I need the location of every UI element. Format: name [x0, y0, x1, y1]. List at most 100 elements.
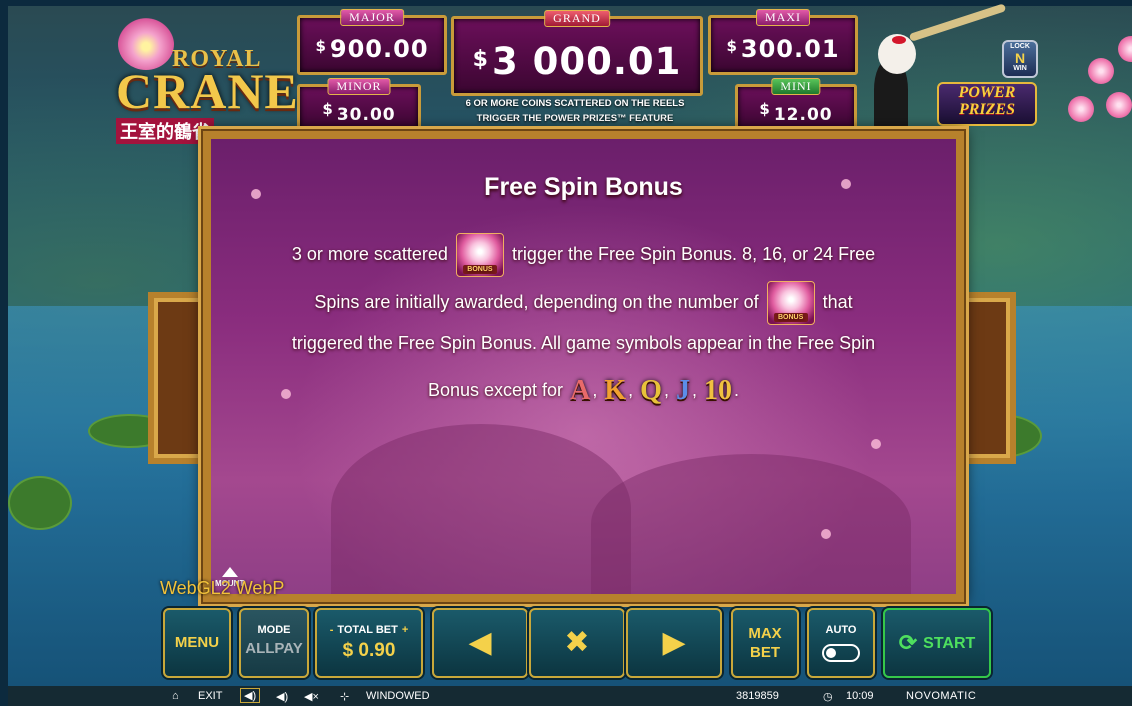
- game-logo: ROYAL CRANE 王室的鶴雀: [110, 14, 298, 144]
- bet-increase-button[interactable]: +: [402, 624, 408, 636]
- jackpot-maxi-label: MAXI: [756, 9, 810, 26]
- jackpot-minor-label: MINOR: [327, 78, 391, 95]
- toggle-switch-icon: [822, 644, 860, 662]
- jackpot-maxi: MAXI $300.01: [708, 9, 858, 75]
- power-prizes-line-1: POWER: [958, 84, 1016, 101]
- total-bet-control[interactable]: - TOTAL BET + $ 0.90: [315, 608, 423, 678]
- paytable-line-3: triggered the Free Spin Bonus. All game …: [291, 333, 876, 353]
- currency-symbol: $: [472, 47, 489, 72]
- jackpot-major-value: 900.00: [329, 35, 429, 63]
- clock-time: 10:09: [846, 690, 874, 702]
- game-id: 3819859: [736, 690, 779, 702]
- separator: ,: [691, 379, 697, 400]
- bonus-symbol-label: BONUS: [773, 313, 808, 322]
- renderer-overlay: WebGL2 WebP: [160, 578, 285, 598]
- bonus-symbol-label: BONUS: [462, 265, 497, 274]
- currency-symbol: $: [726, 37, 738, 55]
- trigger-line-1: 6 OR MORE COINS SCATTERED ON THE REELS: [465, 98, 685, 109]
- max-bet-line-1: MAX: [748, 625, 782, 642]
- separator: ,: [663, 379, 669, 400]
- paytable-line-2: Spins are initially awarded, depending o…: [211, 281, 956, 325]
- windowed-button[interactable]: WINDOWED: [366, 690, 430, 702]
- power-prizes-logo: POWER PRIZES: [937, 82, 1037, 126]
- menu-label: MENU: [174, 634, 220, 651]
- lock-badge-mid: N: [1014, 50, 1026, 66]
- windowed-icon[interactable]: ⊹: [340, 690, 349, 703]
- jackpot-mini-value: 12.00: [773, 105, 833, 125]
- jackpot-grand: GRAND $3 000.01: [451, 10, 703, 96]
- auto-play-toggle[interactable]: AUTO: [807, 608, 875, 678]
- blossom: [1068, 96, 1094, 122]
- separator: ,: [592, 379, 598, 400]
- lily-pad: [8, 476, 72, 530]
- petal: [871, 439, 881, 449]
- max-bet-button[interactable]: MAX BET: [731, 608, 799, 678]
- mode-value: ALLPAY: [245, 640, 303, 657]
- close-paytable-button[interactable]: ✖: [529, 608, 625, 678]
- arrow-right-icon: ▶: [662, 626, 686, 659]
- total-bet-value: $ 0.90: [342, 640, 396, 661]
- jackpot-mini-label: MINI: [771, 78, 821, 95]
- symbol-10-icon: 10: [704, 375, 732, 406]
- arrow-left-icon: ◀: [468, 626, 492, 659]
- line1-before: 3 or more scattered: [291, 243, 448, 264]
- line4-before: Bonus except for: [427, 379, 564, 400]
- paytable-panel: Free Spin Bonus 3 or more scattered BONUS…: [203, 131, 964, 602]
- bonus-lotus-icon: BONUS: [766, 281, 815, 325]
- currency-symbol: $: [322, 100, 334, 118]
- power-prizes-line-2: PRIZES: [958, 101, 1015, 118]
- bonus-lotus-icon: BONUS: [455, 233, 504, 277]
- jackpot-minor: MINOR $30.00: [297, 78, 421, 132]
- line2-before: Spins are initially awarded, depending o…: [314, 291, 759, 312]
- symbol-a-icon: A: [570, 375, 591, 406]
- logo-crane: CRANE: [116, 63, 299, 119]
- exit-button[interactable]: EXIT: [198, 690, 222, 702]
- clock-icon: ◷: [823, 691, 833, 703]
- crane-bird-icon: [858, 3, 1007, 134]
- line4-end: .: [734, 379, 740, 400]
- previous-page-button[interactable]: ◀: [432, 608, 528, 678]
- symbol-j-icon: J: [675, 375, 690, 406]
- symbol-q-icon: Q: [640, 375, 662, 406]
- start-button[interactable]: ⟳ START: [883, 608, 991, 678]
- mountain: [331, 424, 631, 594]
- auto-label: AUTO: [825, 624, 857, 636]
- trigger-line-2: TRIGGER THE POWER PRIZES™ FEATURE: [476, 113, 674, 124]
- mode-label: MODE: [257, 624, 291, 636]
- power-prizes-trigger-text: 6 OR MORE COINS SCATTERED ON THE REELS T…: [440, 96, 710, 126]
- jackpot-major: MAJOR $900.00: [297, 9, 447, 75]
- total-bet-label: TOTAL BET: [337, 624, 398, 636]
- jackpot-grand-label: GRAND: [544, 10, 610, 27]
- jackpot-minor-value: 30.00: [336, 105, 396, 125]
- blossom: [1106, 92, 1132, 118]
- currency-symbol: $: [759, 100, 771, 118]
- home-icon[interactable]: ⌂: [172, 690, 179, 702]
- paytable-line-1: 3 or more scattered BONUS trigger the Free…: [211, 233, 956, 277]
- next-page-button[interactable]: ▶: [626, 608, 722, 678]
- lock-n-win-badge: LOCK N WIN: [1002, 40, 1038, 78]
- sound-low-icon[interactable]: ◀): [276, 690, 288, 703]
- start-label: START: [923, 635, 976, 652]
- line1-after: trigger the Free Spin Bonus. 8, 16, or 2…: [511, 243, 876, 264]
- menu-button[interactable]: MENU: [163, 608, 231, 678]
- symbol-k-icon: K: [604, 375, 627, 406]
- refresh-icon: ⟳: [898, 630, 918, 655]
- logo-chinese: 王室的鶴雀: [116, 118, 214, 144]
- currency-symbol: $: [315, 37, 327, 55]
- separator: ,: [628, 379, 634, 400]
- sound-full-icon[interactable]: ◀): [240, 688, 261, 703]
- mountain: [591, 454, 911, 594]
- petal: [821, 529, 831, 539]
- blossom: [1118, 36, 1132, 62]
- brand-logo: NOVOMATIC: [906, 690, 977, 702]
- jackpot-mini: MINI $12.00: [735, 78, 857, 132]
- paytable-title: Free Spin Bonus: [484, 173, 683, 201]
- status-bar: ⌂ EXIT ◀) ◀) ◀× ⊹ WINDOWED 3819859 ◷ 10:…: [8, 686, 1132, 706]
- lock-badge-bottom: WIN: [1013, 65, 1027, 72]
- blossom: [1088, 58, 1114, 84]
- sound-mute-icon[interactable]: ◀×: [304, 690, 319, 703]
- bet-decrease-button[interactable]: -: [330, 624, 334, 636]
- jackpot-major-label: MAJOR: [340, 9, 404, 26]
- line2-after: that: [822, 291, 853, 312]
- mode-button[interactable]: MODE ALLPAY: [239, 608, 309, 678]
